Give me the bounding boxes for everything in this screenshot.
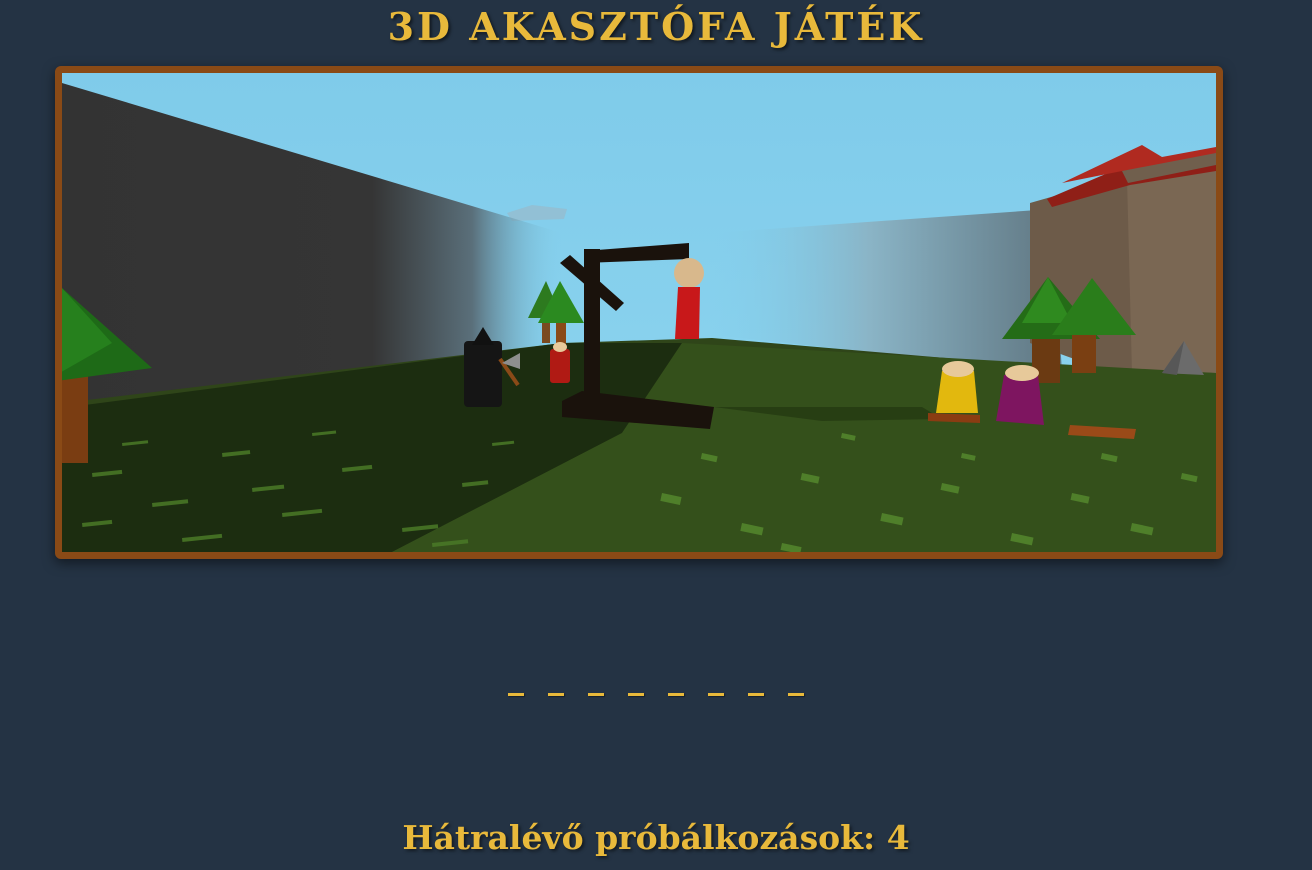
letter-slot xyxy=(546,662,566,702)
hidden-word xyxy=(0,662,1312,702)
villager-yellow xyxy=(936,361,978,413)
letter-slot xyxy=(506,662,526,702)
hanged-body xyxy=(675,287,700,339)
game-title: 3D AKASZTÓFA JÁTÉK xyxy=(387,4,925,49)
letter-slot xyxy=(586,662,606,702)
game-3d-viewport[interactable] xyxy=(55,66,1223,559)
scene-canvas[interactable] xyxy=(62,73,1216,552)
letter-slot xyxy=(746,662,766,702)
letter-slot xyxy=(626,662,646,702)
castle-wall-shade xyxy=(1127,153,1216,383)
letter-slot xyxy=(706,662,726,702)
letter-slot xyxy=(666,662,686,702)
letter-slot xyxy=(786,662,806,702)
remaining-attempts: Hátralévő próbálkozások: 4 xyxy=(402,818,910,857)
hanged-head xyxy=(674,258,704,288)
